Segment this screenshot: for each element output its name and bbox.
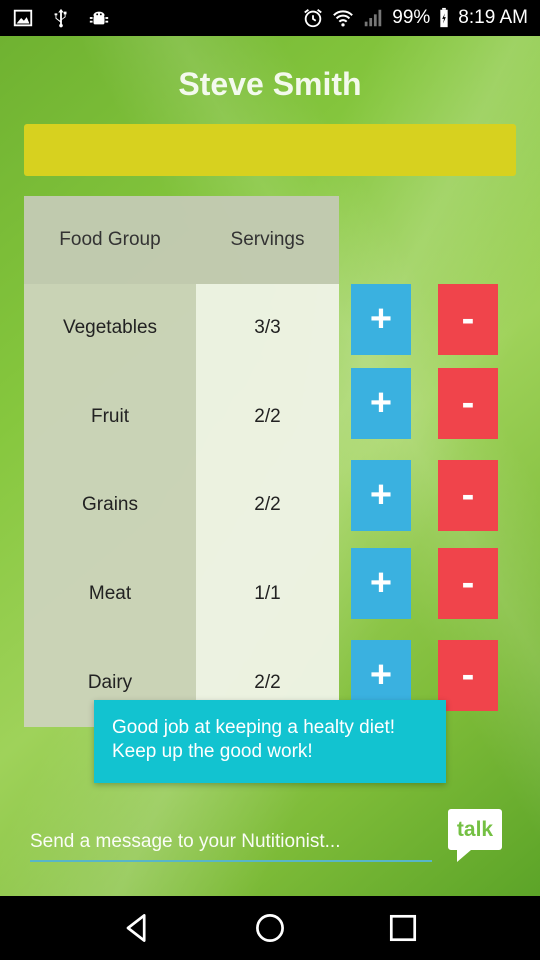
add-vegetables-button[interactable]: + xyxy=(351,284,411,355)
header-food-group: Food Group xyxy=(59,229,161,250)
message-input[interactable] xyxy=(30,824,432,862)
back-triangle-icon xyxy=(126,914,146,942)
food-group-cell: Fruit xyxy=(91,405,129,427)
back-button[interactable] xyxy=(117,908,157,948)
servings-cell: 1/1 xyxy=(254,583,281,605)
table-row: Vegetables 3/3 xyxy=(24,284,339,373)
servings-cell: 3/3 xyxy=(254,317,281,339)
recents-square-icon xyxy=(390,914,417,942)
servings-cell: 2/2 xyxy=(254,494,281,516)
app-screen: Steve Smith Food Group Servings Vegetabl… xyxy=(0,36,540,896)
servings-cell: 2/2 xyxy=(254,405,281,427)
food-table: Food Group Servings Vegetables 3/3 Fruit… xyxy=(24,196,339,727)
table-header: Food Group Servings xyxy=(24,196,339,284)
toast-line-1: Good job at keeping a healty diet! xyxy=(112,717,396,738)
food-group-cell: Vegetables xyxy=(62,317,158,339)
toast-message: Good job at keeping a healty diet! Keep … xyxy=(94,700,446,783)
add-meat-button[interactable]: + xyxy=(351,548,411,619)
battery-icon xyxy=(438,7,450,29)
signal-icon xyxy=(362,7,384,29)
remove-vegetables-button[interactable]: - xyxy=(438,284,498,355)
image-icon xyxy=(12,7,34,29)
remove-meat-button[interactable]: - xyxy=(438,548,498,619)
clock: 8:19 AM xyxy=(458,7,528,28)
add-grains-button[interactable]: + xyxy=(351,460,411,531)
home-circle-icon xyxy=(256,914,284,942)
talk-button[interactable]: talk xyxy=(447,807,503,863)
talk-label: talk xyxy=(457,818,494,841)
table-row: Meat 1/1 xyxy=(24,550,339,639)
remove-dairy-button[interactable]: - xyxy=(438,640,498,711)
table-row: Grains 2/2 xyxy=(24,461,339,550)
battery-percent: 99% xyxy=(392,7,431,28)
remove-fruit-button[interactable]: - xyxy=(438,368,498,439)
alarm-icon xyxy=(302,7,324,29)
toast-line-2: Keep up the good work! xyxy=(112,741,313,762)
add-fruit-button[interactable]: + xyxy=(351,368,411,439)
remove-grains-button[interactable]: - xyxy=(438,460,498,531)
user-name-title: Steve Smith xyxy=(178,66,362,102)
usb-icon xyxy=(50,7,72,29)
wifi-icon xyxy=(332,7,354,29)
home-button[interactable] xyxy=(250,908,290,948)
android-debug-icon xyxy=(88,7,110,29)
table-row: Fruit 2/2 xyxy=(24,373,339,462)
navigation-bar xyxy=(0,896,540,960)
food-group-cell: Meat xyxy=(88,583,132,605)
talk-icon: talk xyxy=(448,809,502,862)
header-servings: Servings xyxy=(230,229,305,250)
food-group-cell: Grains xyxy=(82,494,138,516)
table-body: Vegetables 3/3 Fruit 2/2 Grains 2/2 Meat… xyxy=(24,284,339,727)
status-bar: 99% 8:19 AM xyxy=(0,0,540,36)
recents-button[interactable] xyxy=(383,908,423,948)
progress-bar xyxy=(24,124,516,176)
